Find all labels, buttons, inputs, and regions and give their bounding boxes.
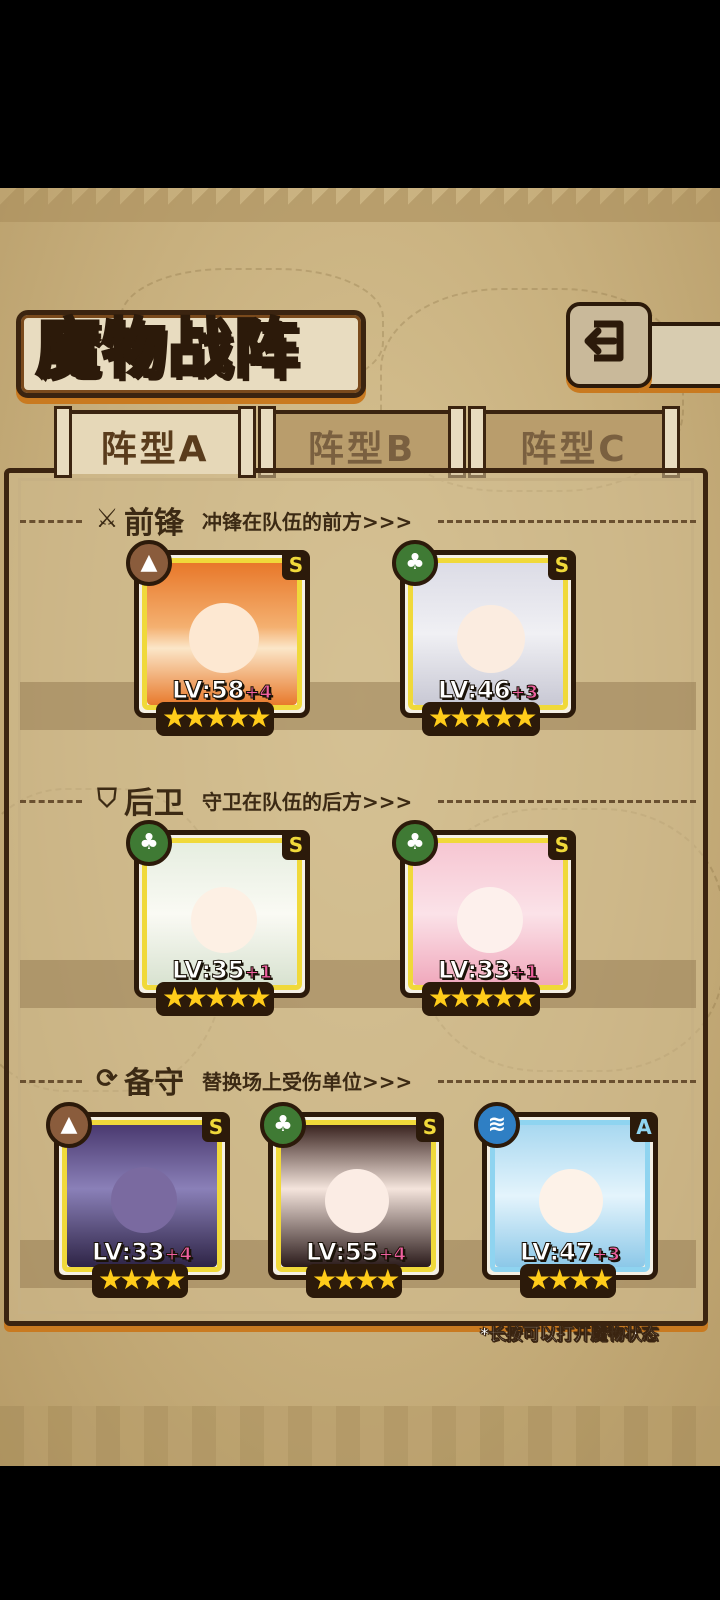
section-header-rearguard: ⛉ 后卫 守卫在队伍的后方>>> [20, 776, 696, 826]
monster-card[interactable]: S ▲ LV:33+4 ★★★★ [46, 1102, 230, 1298]
level-plus: +1 [510, 962, 539, 984]
divider [438, 520, 696, 523]
level-label: LV:47+3 [482, 1238, 658, 1267]
level-label: LV:58+4 [134, 676, 310, 705]
level-plus: +4 [164, 1244, 193, 1266]
section-header-reserve: ⟳ 备守 替换场上受伤单位>>> [20, 1056, 696, 1106]
tab-label: 阵型C [520, 429, 628, 470]
section-description: 冲锋在队伍的前方>>> [202, 510, 413, 534]
divider [20, 1080, 82, 1083]
rank-badge: A [630, 1112, 658, 1142]
star-rating: ★★★★★ [422, 982, 540, 1016]
level-label: LV:55+4 [268, 1238, 444, 1267]
rank-badge: S [282, 830, 310, 860]
water-icon: ≋ [474, 1102, 520, 1148]
leaf-icon: ♣ [260, 1102, 306, 1148]
back-button-rail [640, 322, 720, 388]
rank-badge: S [416, 1112, 444, 1142]
sword-icon: ⚔ [95, 504, 119, 534]
level-value: LV:47 [519, 1238, 593, 1267]
long-press-hint: *长按可以打开魔物状态 [480, 1325, 659, 1346]
level-value: LV:58 [171, 676, 245, 705]
row-band [20, 682, 696, 730]
return-arrow-icon [584, 320, 624, 362]
divider [20, 520, 82, 523]
section-name: 前锋 [124, 506, 184, 541]
earth-icon: ▲ [46, 1102, 92, 1148]
page-title: 魔物战阵 [35, 311, 300, 389]
leaf-icon: ♣ [392, 820, 438, 866]
top-zigzag-edge [0, 188, 720, 222]
rank-badge: S [202, 1112, 230, 1142]
tab-post [238, 406, 256, 478]
monster-card[interactable]: S ♣ LV:55+4 ★★★★ [260, 1102, 444, 1298]
tab-formation-a[interactable]: 阵型A [54, 406, 256, 478]
monster-card[interactable]: S ♣ LV:46+3 ★★★★★ [392, 540, 576, 736]
section-name: 备守 [124, 1066, 184, 1101]
swap-icon: ⟳ [96, 1064, 118, 1094]
rank-badge: S [548, 550, 576, 580]
level-plus: +4 [378, 1244, 407, 1266]
rank-badge: S [548, 830, 576, 860]
back-button[interactable] [566, 302, 652, 388]
tab-label: 阵型B [307, 429, 417, 470]
monster-card[interactable]: A ≋ LV:47+3 ★★★★ [474, 1102, 658, 1298]
tab-formation-b[interactable]: 阵型B [258, 406, 466, 478]
level-value: LV:55 [305, 1238, 379, 1267]
level-value: LV:46 [437, 676, 511, 705]
tab-label: 阵型A [100, 429, 210, 470]
shield-icon: ⛉ [97, 784, 117, 814]
level-value: LV:33 [91, 1238, 165, 1267]
star-rating: ★★★★★ [422, 702, 540, 736]
tab-formation-c[interactable]: 阵型C [468, 406, 680, 478]
level-plus: +1 [244, 962, 273, 984]
divider [438, 800, 696, 803]
divider [438, 1080, 696, 1083]
section-name: 后卫 [124, 786, 184, 821]
leaf-icon: ♣ [126, 820, 172, 866]
monster-card[interactable]: S ♣ LV:33+1 ★★★★★ [392, 820, 576, 1016]
star-rating: ★★★★ [306, 1264, 403, 1298]
star-rating: ★★★★★ [156, 702, 274, 736]
star-rating: ★★★★ [92, 1264, 189, 1298]
rank-badge: S [282, 550, 310, 580]
level-label: LV:46+3 [400, 676, 576, 705]
monster-card[interactable]: S ♣ LV:35+1 ★★★★★ [126, 820, 310, 1016]
row-band [20, 960, 696, 1008]
level-value: LV:33 [437, 956, 511, 985]
monster-card[interactable]: S ▲ LV:58+4 ★★★★★ [126, 540, 310, 736]
divider [20, 800, 82, 803]
star-rating: ★★★★★ [156, 982, 274, 1016]
section-description: 替换场上受伤单位>>> [202, 1070, 413, 1094]
level-plus: +3 [592, 1244, 621, 1266]
bottom-edge [0, 1406, 720, 1466]
star-rating: ★★★★ [520, 1264, 617, 1298]
leaf-icon: ♣ [392, 540, 438, 586]
level-plus: +3 [510, 682, 539, 704]
level-value: LV:35 [171, 956, 245, 985]
level-label: LV:35+1 [134, 956, 310, 985]
level-label: LV:33+4 [54, 1238, 230, 1267]
section-description: 守卫在队伍的后方>>> [202, 790, 413, 814]
section-header-vanguard: ⚔ 前锋 冲锋在队伍的前方>>> [20, 496, 696, 546]
formation-tabs: 阵型A 阵型B 阵型C [14, 406, 706, 478]
earth-icon: ▲ [126, 540, 172, 586]
level-plus: +4 [244, 682, 273, 704]
level-label: LV:33+1 [400, 956, 576, 985]
